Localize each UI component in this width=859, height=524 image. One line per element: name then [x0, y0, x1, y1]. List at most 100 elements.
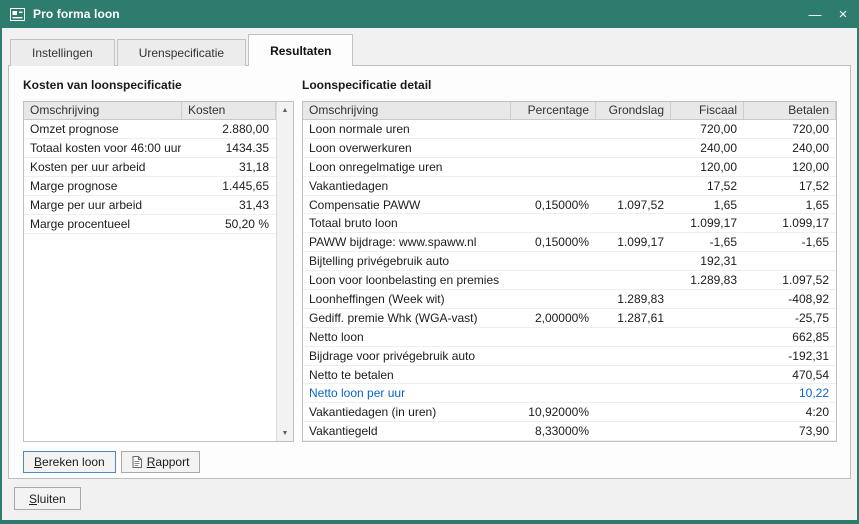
row-grondslag [596, 177, 671, 195]
row-betalen: -1,65 [744, 233, 836, 251]
row-value: 31,43 [182, 196, 276, 214]
row-label: Vakantiedagen (in uren) [303, 403, 511, 421]
action-button-row: Bereken loon Rapport [23, 451, 200, 473]
scrollbar-down-button[interactable]: ▼ [277, 425, 293, 441]
table-row[interactable]: PAWW bijdrage: www.spaww.nl0,15000%1.099… [303, 233, 836, 252]
table-row[interactable]: Loon normale uren720,00720,00 [303, 120, 836, 139]
row-betalen: 720,00 [744, 120, 836, 138]
row-fiscaal [671, 384, 744, 402]
row-label: Kosten per uur arbeid [24, 158, 182, 176]
table-row[interactable]: Vakantiedagen17,5217,52 [303, 177, 836, 196]
row-label: Loon onregelmatige uren [303, 158, 511, 176]
row-betalen: -408,92 [744, 290, 836, 308]
row-value: 1.445,65 [182, 177, 276, 195]
column-header-omschrijving[interactable]: Omschrijving [303, 102, 511, 119]
tab-resultaten[interactable]: Resultaten [248, 34, 353, 66]
row-percentage [511, 177, 596, 195]
row-percentage [511, 252, 596, 270]
resultaten-panel: Kosten van loonspecificatie Loonspecific… [8, 65, 851, 479]
kosten-table-body: Omzet prognose2.880,00Totaal kosten voor… [24, 120, 276, 234]
row-percentage [511, 214, 596, 232]
table-row[interactable]: Loonheffingen (Week wit)1.289,83-408,92 [303, 290, 836, 309]
table-row[interactable]: Loon overwerkuren240,00240,00 [303, 139, 836, 158]
table-row[interactable]: Compensatie PAWW0,15000%1.097,521,651,65 [303, 196, 836, 215]
column-header-percentage[interactable]: Percentage [511, 102, 596, 119]
table-row[interactable]: Vakantiedagen (in uren)10,92000%4:20 [303, 403, 836, 422]
minimize-button[interactable]: — [801, 0, 829, 28]
table-row[interactable]: Bijdrage voor privégebruik auto-192,31 [303, 347, 836, 366]
row-grondslag: 1.097,52 [596, 196, 671, 214]
row-grondslag [596, 384, 671, 402]
row-percentage: 10,92000% [511, 403, 596, 421]
tab-instellingen[interactable]: Instellingen [10, 39, 115, 66]
row-fiscaal: 120,00 [671, 158, 744, 176]
column-header-betalen[interactable]: Betalen [744, 102, 836, 119]
row-fiscaal: -1,65 [671, 233, 744, 251]
row-percentage: 8,33000% [511, 422, 596, 440]
row-label: Compensatie PAWW [303, 196, 511, 214]
row-fiscaal: 1.289,83 [671, 271, 744, 289]
row-grondslag: 1.287,61 [596, 309, 671, 327]
column-header-grondslag[interactable]: Grondslag [596, 102, 671, 119]
table-row[interactable]: Totaal kosten voor 46:00 uur1434.35 [24, 139, 276, 158]
row-betalen: 240,00 [744, 139, 836, 157]
table-row[interactable]: Gediff. premie Whk (WGA-vast)2,00000%1.2… [303, 309, 836, 328]
close-button[interactable]: × [829, 0, 857, 28]
row-grondslag [596, 347, 671, 365]
table-row[interactable]: Loon voor loonbelasting en premies 1.289,… [303, 271, 836, 290]
row-percentage [511, 139, 596, 157]
table-row[interactable]: Vakantiegeld8,33000%73,90 [303, 422, 836, 441]
scrollbar-up-button[interactable]: ▲ [277, 102, 293, 118]
table-row[interactable]: Bijtelling privégebruik auto192,31 [303, 252, 836, 271]
row-grondslag [596, 120, 671, 138]
bereken-loon-label: Bereken loon [34, 455, 105, 469]
row-label: Bijtelling privégebruik auto [303, 252, 511, 270]
row-fiscaal [671, 328, 744, 346]
column-header-kosten[interactable]: Kosten [182, 102, 276, 119]
tab-urenspecificatie[interactable]: Urenspecificatie [117, 39, 246, 66]
row-percentage [511, 384, 596, 402]
row-label: Totaal kosten voor 46:00 uur [24, 139, 182, 157]
row-betalen: 10,22 [744, 384, 836, 402]
sluiten-button[interactable]: Sluiten [14, 487, 81, 510]
table-row[interactable]: Omzet prognose2.880,00 [24, 120, 276, 139]
row-label: Loon voor loonbelasting en premies [303, 271, 511, 289]
row-percentage [511, 158, 596, 176]
table-row[interactable]: Loon onregelmatige uren120,00120,00 [303, 158, 836, 177]
document-icon [132, 456, 142, 468]
column-header-fiscaal[interactable]: Fiscaal [671, 102, 744, 119]
row-grondslag [596, 139, 671, 157]
row-grondslag [596, 214, 671, 232]
window-title: Pro forma loon [33, 7, 801, 21]
row-percentage: 0,15000% [511, 233, 596, 251]
row-percentage [511, 347, 596, 365]
detail-table-header: Omschrijving Percentage Grondslag Fiscaa… [303, 102, 836, 120]
row-percentage [511, 271, 596, 289]
rapport-label: Rapport [147, 455, 190, 469]
row-fiscaal [671, 366, 744, 384]
sluiten-label: Sluiten [29, 492, 66, 506]
table-row[interactable]: Marge prognose1.445,65 [24, 177, 276, 196]
rapport-button[interactable]: Rapport [121, 451, 201, 473]
table-row[interactable]: Marge procentueel50,20 % [24, 215, 276, 234]
row-fiscaal [671, 347, 744, 365]
row-label: Gediff. premie Whk (WGA-vast) [303, 309, 511, 327]
table-row[interactable]: Marge per uur arbeid31,43 [24, 196, 276, 215]
row-label: Loon normale uren [303, 120, 511, 138]
table-row[interactable]: Totaal bruto loon1.099,171.099,17 [303, 214, 836, 233]
table-row[interactable]: Netto te betalen470,54 [303, 366, 836, 385]
column-header-omschrijving[interactable]: Omschrijving [24, 102, 182, 119]
row-label: Netto loon [303, 328, 511, 346]
row-percentage [511, 120, 596, 138]
table-row[interactable]: Kosten per uur arbeid31,18 [24, 158, 276, 177]
bereken-loon-button[interactable]: Bereken loon [23, 451, 116, 473]
row-grondslag [596, 403, 671, 421]
row-label: Totaal bruto loon [303, 214, 511, 232]
row-value: 31,18 [182, 158, 276, 176]
kosten-table-scrollbar[interactable]: ▲ ▼ [276, 102, 293, 441]
table-row[interactable]: Netto loon662,85 [303, 328, 836, 347]
table-row[interactable]: Netto loon per uur10,22 [303, 384, 836, 403]
row-label: Marge prognose [24, 177, 182, 195]
titlebar[interactable]: Pro forma loon — × [2, 0, 857, 28]
row-betalen: -25,75 [744, 309, 836, 327]
